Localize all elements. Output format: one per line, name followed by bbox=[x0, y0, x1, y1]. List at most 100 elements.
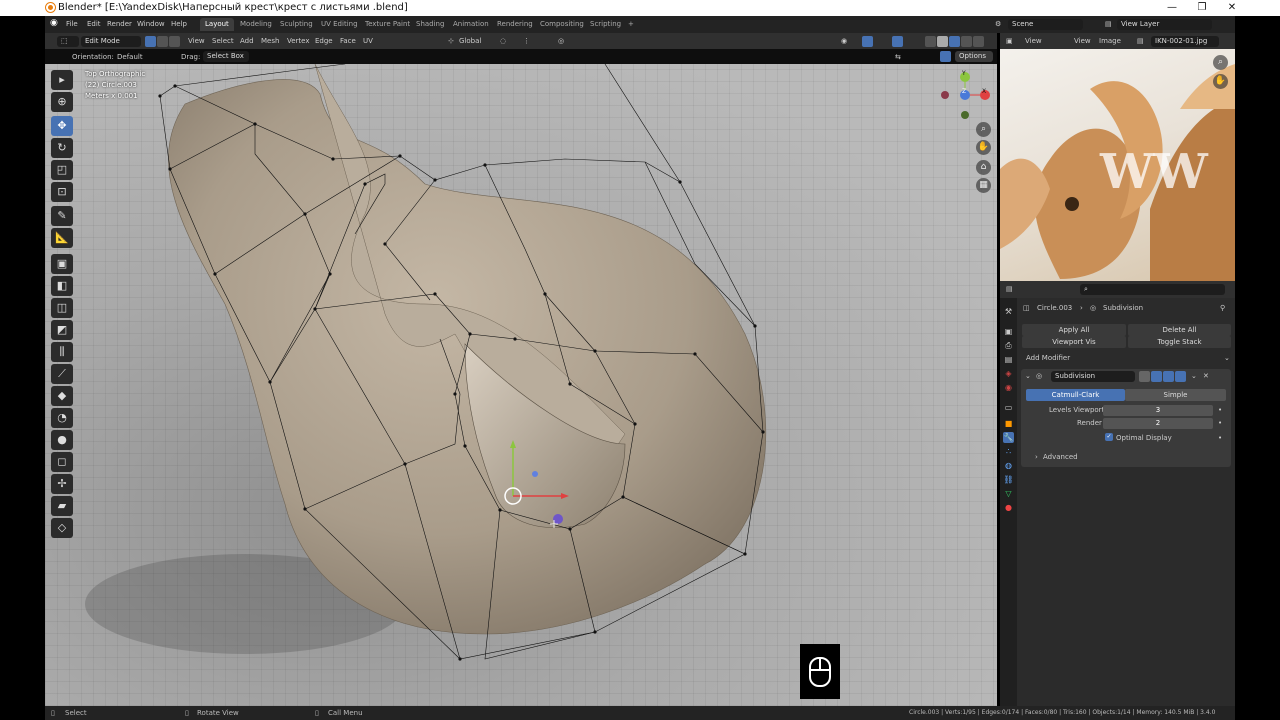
modifier-tab-icon[interactable]: 🔧 bbox=[1003, 432, 1014, 443]
cursor-icon[interactable]: ⊕ bbox=[51, 92, 73, 112]
tab-shading[interactable]: Shading bbox=[411, 18, 449, 31]
add-modifier-chevron-icon[interactable]: ⌄ bbox=[1224, 354, 1230, 362]
data-tab-icon[interactable]: ▽ bbox=[1003, 488, 1014, 499]
menu-help[interactable]: Help bbox=[171, 20, 187, 28]
gizmo-toggle-icon[interactable] bbox=[862, 36, 873, 47]
annotate-icon[interactable]: ✎ bbox=[51, 206, 73, 226]
menu-file[interactable]: File bbox=[66, 20, 78, 28]
menu-edit[interactable]: Edit bbox=[87, 20, 101, 28]
gizmo-x-label[interactable]: X bbox=[982, 88, 986, 95]
shrink-icon[interactable]: ✢ bbox=[51, 474, 73, 494]
apply-all-button[interactable]: Apply All bbox=[1022, 324, 1126, 336]
modifier-menu-chevron-icon[interactable]: ⌄ bbox=[1191, 372, 1197, 380]
optimal-display-checkbox[interactable]: ✓ bbox=[1105, 433, 1113, 441]
rip-icon[interactable]: ◇ bbox=[51, 518, 73, 538]
bevel-icon[interactable]: ◩ bbox=[51, 320, 73, 340]
vertex-select-icon[interactable] bbox=[145, 36, 156, 47]
scale-icon[interactable]: ◰ bbox=[51, 160, 73, 180]
menu-vertex[interactable]: Vertex bbox=[287, 37, 310, 45]
menu-edge[interactable]: Edge bbox=[315, 37, 333, 45]
render-tab-icon[interactable]: ▣ bbox=[1003, 326, 1014, 337]
image-preview[interactable]: WW ⌕ ✋ bbox=[1000, 49, 1235, 281]
catmull-clark-button[interactable]: Catmull-Clark bbox=[1026, 389, 1125, 401]
edge-select-icon[interactable] bbox=[157, 36, 168, 47]
modifier-name-field[interactable]: Subdivision bbox=[1051, 371, 1135, 382]
options-dropdown[interactable]: Options bbox=[955, 51, 993, 62]
image-menu-image[interactable]: Image bbox=[1099, 37, 1121, 45]
delete-all-button[interactable]: Delete All bbox=[1128, 324, 1231, 336]
collapse-chevron-icon[interactable]: ⌄ bbox=[1025, 372, 1031, 380]
scene-tab-icon[interactable]: ◈ bbox=[1003, 368, 1014, 379]
smooth-icon[interactable]: ● bbox=[51, 430, 73, 450]
transform-orientation-selector[interactable]: Global bbox=[459, 37, 481, 45]
view-layer-tab-icon[interactable]: ▤ bbox=[1003, 354, 1014, 365]
tool-tab-icon[interactable]: ⚒ bbox=[1003, 306, 1014, 317]
menu-window[interactable]: Window bbox=[137, 20, 165, 28]
physics-tab-icon[interactable]: ◍ bbox=[1003, 460, 1014, 471]
add-workspace-button[interactable]: + bbox=[623, 18, 639, 31]
mirror-icon[interactable]: ⇆ bbox=[895, 53, 901, 61]
zoom-icon[interactable]: ⌕ bbox=[976, 122, 991, 137]
wireframe-shading-icon[interactable] bbox=[937, 36, 948, 47]
poly-build-icon[interactable]: ◆ bbox=[51, 386, 73, 406]
maximize-button[interactable]: ❐ bbox=[1187, 0, 1217, 16]
xray-toggle-icon[interactable] bbox=[925, 36, 936, 47]
viewport-vis-button[interactable]: Viewport Vis bbox=[1022, 336, 1126, 348]
properties-search-input[interactable]: ⌕ bbox=[1080, 284, 1225, 295]
tab-rendering[interactable]: Rendering bbox=[492, 18, 538, 31]
drag-selector[interactable]: Select Box bbox=[203, 51, 249, 62]
image-menu-view-mode[interactable]: View bbox=[1025, 37, 1042, 45]
knife-icon[interactable]: ⟋ bbox=[51, 364, 73, 384]
tab-layout[interactable]: Layout bbox=[200, 18, 234, 31]
menu-view[interactable]: View bbox=[188, 37, 205, 45]
blender-menu-icon[interactable]: ◉ bbox=[50, 18, 58, 28]
tab-scripting[interactable]: Scripting bbox=[585, 18, 626, 31]
menu-add[interactable]: Add bbox=[240, 37, 254, 45]
tab-sculpting[interactable]: Sculpting bbox=[275, 18, 318, 31]
image-browse-icon[interactable]: ▤ bbox=[1137, 37, 1144, 45]
gizmo-y-label[interactable]: Y bbox=[962, 70, 966, 77]
editor-type-icon[interactable]: ⬚ bbox=[57, 36, 79, 47]
tab-modeling[interactable]: Modeling bbox=[235, 18, 277, 31]
realtime-toggle-icon[interactable] bbox=[1163, 371, 1174, 382]
render-toggle-icon[interactable] bbox=[1175, 371, 1186, 382]
levels-viewport-field[interactable]: 3 bbox=[1103, 405, 1213, 416]
menu-uv[interactable]: UV bbox=[363, 37, 373, 45]
pin-icon[interactable]: ⚲ bbox=[1220, 304, 1225, 312]
image-editor-type-icon[interactable]: ▣ bbox=[1006, 37, 1013, 45]
extrude-icon[interactable]: ◧ bbox=[51, 276, 73, 296]
gizmo-z-label[interactable]: Z bbox=[962, 88, 966, 95]
menu-face[interactable]: Face bbox=[340, 37, 356, 45]
overlay-toggle-icon[interactable] bbox=[892, 36, 903, 47]
material-shading-icon[interactable] bbox=[961, 36, 972, 47]
orientation-selector[interactable]: Default bbox=[117, 53, 143, 61]
image-menu-view[interactable]: View bbox=[1074, 37, 1091, 45]
measure-icon[interactable]: 📐 bbox=[51, 228, 73, 248]
pan-hand-icon[interactable]: ✋ bbox=[976, 140, 991, 155]
visibility-icon[interactable]: ◉ bbox=[841, 37, 847, 45]
inset-icon[interactable]: ◫ bbox=[51, 298, 73, 318]
view-layer-selector[interactable]: View Layer bbox=[1117, 19, 1212, 30]
menu-render[interactable]: Render bbox=[107, 20, 132, 28]
particles-tab-icon[interactable]: ∴ bbox=[1003, 446, 1014, 457]
tab-animation[interactable]: Animation bbox=[448, 18, 494, 31]
3d-viewport[interactable]: Top Orthographic (22) Circle.003 Meters … bbox=[45, 64, 997, 706]
render-keyframe-dot-icon[interactable]: • bbox=[1218, 419, 1222, 427]
move-icon[interactable]: ✥ bbox=[51, 116, 73, 136]
shear-icon[interactable]: ▰ bbox=[51, 496, 73, 516]
image-pan-icon[interactable]: ✋ bbox=[1213, 74, 1228, 89]
scene-selector[interactable]: Scene bbox=[1008, 19, 1083, 30]
image-name-field[interactable]: IKN-002-01.jpg bbox=[1151, 36, 1219, 47]
menu-select[interactable]: Select bbox=[212, 37, 234, 45]
render-levels-field[interactable]: 2 bbox=[1103, 418, 1213, 429]
constraints-tab-icon[interactable]: ⛓ bbox=[1003, 474, 1014, 485]
menu-mesh[interactable]: Mesh bbox=[261, 37, 279, 45]
edit-mode-toggle-icon[interactable] bbox=[1139, 371, 1150, 382]
object-tab-icon[interactable]: ■ bbox=[1003, 418, 1014, 429]
transform-icon[interactable]: ⊡ bbox=[51, 182, 73, 202]
material-tab-icon[interactable]: ● bbox=[1003, 502, 1014, 513]
auto-merge-icon[interactable] bbox=[940, 51, 951, 62]
rendered-shading-icon[interactable] bbox=[973, 36, 984, 47]
world-tab-icon[interactable]: ◉ bbox=[1003, 382, 1014, 393]
tab-compositing[interactable]: Compositing bbox=[535, 18, 589, 31]
